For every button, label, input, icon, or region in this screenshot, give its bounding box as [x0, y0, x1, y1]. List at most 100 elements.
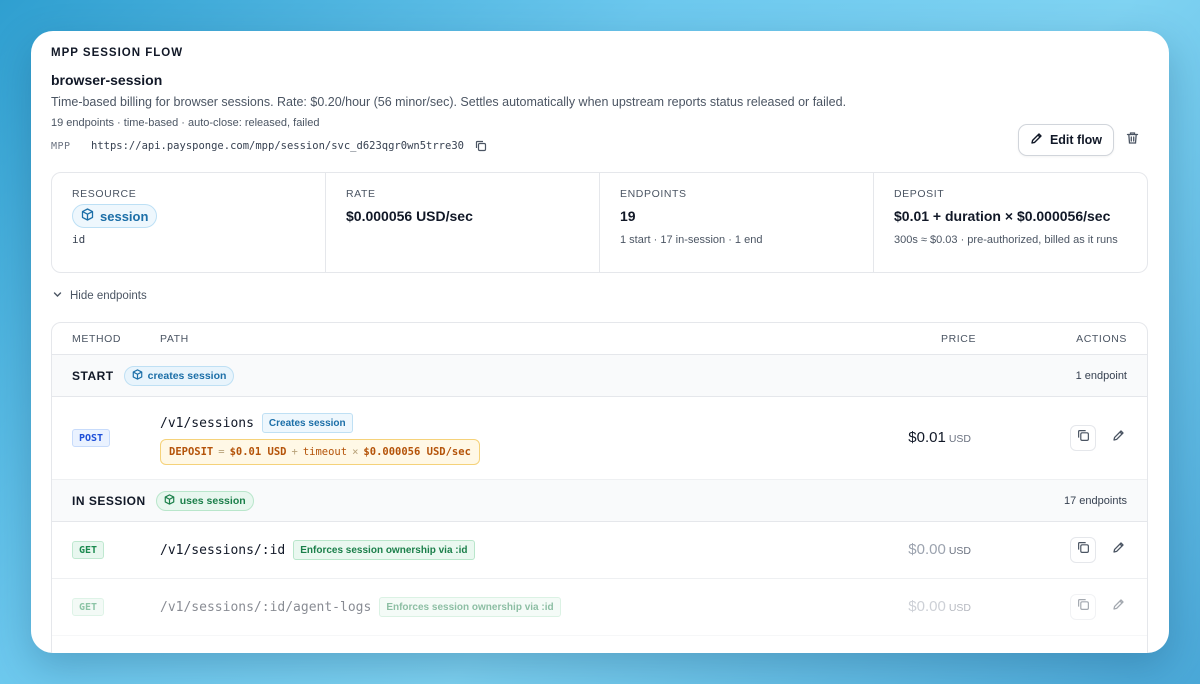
deposit-formula: DEPOSIT = $0.01 USD + timeout × $0.00005…	[160, 439, 480, 465]
endpoint-tag: Enforces session ownership via :id	[293, 540, 475, 560]
copy-icon	[1077, 541, 1090, 559]
table-row[interactable]	[52, 636, 1147, 653]
cube-icon	[164, 493, 175, 508]
group-badge: uses session	[155, 490, 254, 511]
hide-endpoints-label: Hide endpoints	[70, 290, 147, 302]
col-method: METHOD	[72, 333, 122, 345]
group-name: IN SESSION	[72, 493, 146, 508]
group-count: 17 endpoints	[1064, 494, 1127, 507]
endpoint-path-text: /v1/sessions/:id	[160, 542, 286, 558]
formula-eq: =	[218, 446, 225, 458]
price-currency: USD	[948, 545, 971, 557]
duplicate-button[interactable]	[1070, 594, 1096, 620]
stat-resource-key: RESOURCE	[72, 188, 137, 200]
copy-icon[interactable]	[474, 139, 488, 153]
edit-endpoint-button[interactable]	[1110, 542, 1126, 558]
flow-meta: 19 endpoints · time-based · auto-close: …	[51, 117, 320, 129]
formula-times: ×	[352, 446, 359, 458]
flow-name: browser-session	[51, 72, 163, 88]
stat-endpoints-sub: 1 start · 17 in-session · 1 end	[620, 234, 763, 246]
pencil-icon	[1112, 429, 1125, 447]
stat-deposit: DEPOSIT $0.01 + duration × $0.000056/sec…	[874, 173, 1147, 272]
endpoint-path: /v1/sessions/:id Enforces session owners…	[160, 540, 475, 560]
stat-deposit-value: $0.01 + duration × $0.000056/sec	[894, 208, 1111, 224]
price-currency: USD	[948, 433, 971, 445]
group-badge: creates session	[123, 365, 235, 386]
hide-endpoints-toggle[interactable]: Hide endpoints	[53, 290, 147, 302]
group-badge-label: creates session	[147, 369, 227, 382]
url-label: MPP	[51, 140, 71, 152]
stat-endpoints: ENDPOINTS 19 1 start · 17 in-session · 1…	[600, 173, 874, 272]
table-row[interactable]: GET /v1/sessions/:id/agent-logs Enforces…	[52, 579, 1147, 636]
cube-icon	[132, 368, 143, 383]
edit-endpoint-button[interactable]	[1110, 430, 1126, 446]
group-name: START	[72, 368, 114, 383]
edit-endpoint-button[interactable]	[1110, 599, 1126, 615]
edit-flow-button[interactable]: Edit flow	[1018, 124, 1114, 156]
endpoint-price: $0.01 USD	[908, 429, 971, 446]
table-row[interactable]: POST /v1/sessions Creates session DEPOSI…	[52, 397, 1147, 480]
endpoint-price: $0.00 USD	[908, 598, 971, 615]
formula-label: DEPOSIT	[169, 446, 214, 458]
group-in-session: IN SESSION uses session 17 endpoints	[52, 480, 1147, 522]
endpoint-path: /v1/sessions Creates session	[160, 413, 353, 433]
col-price: PRICE	[941, 333, 977, 345]
stat-endpoints-value: 19	[620, 208, 636, 224]
group-start: START creates session 1 endpoint	[52, 355, 1147, 397]
table-header: METHOD PATH PRICE ACTIONS	[52, 323, 1147, 355]
stat-rate-key: RATE	[346, 188, 376, 200]
group-count: 1 endpoint	[1075, 369, 1127, 382]
endpoint-tag: Enforces session ownership via :id	[379, 597, 561, 617]
trash-icon	[1126, 131, 1139, 150]
method-badge: GET	[72, 598, 105, 616]
method-badge: GET	[72, 541, 105, 559]
stat-endpoints-key: ENDPOINTS	[620, 188, 687, 200]
endpoint-path-text: /v1/sessions/:id/agent-logs	[160, 599, 372, 615]
resource-pill-label: session	[100, 208, 149, 224]
delete-flow-button[interactable]	[1123, 131, 1141, 149]
col-path: PATH	[160, 333, 189, 345]
col-actions: ACTIONS	[1076, 333, 1127, 345]
endpoint-path: /v1/sessions/:id/agent-logs Enforces ses…	[160, 597, 561, 617]
stat-rate-value: $0.000056 USD/sec	[346, 208, 473, 224]
cube-icon	[81, 208, 94, 224]
price-value: $0.01	[908, 429, 946, 446]
group-badge-label: uses session	[179, 494, 246, 507]
stat-rate: RATE $0.000056 USD/sec	[326, 173, 600, 272]
endpoint-price: $0.00 USD	[908, 541, 971, 558]
method-badge: POST	[72, 429, 111, 447]
copy-icon	[1077, 429, 1090, 447]
resource-id: id	[72, 233, 86, 246]
price-value: $0.00	[908, 541, 946, 558]
endpoint-url-row: MPP https://api.paysponge.com/mpp/sessio…	[51, 139, 488, 153]
row-actions	[1070, 537, 1126, 563]
formula-term: timeout	[302, 446, 348, 458]
duplicate-button[interactable]	[1070, 425, 1096, 451]
chevron-down-icon	[53, 290, 62, 302]
endpoint-tag: Creates session	[261, 413, 353, 433]
endpoint-path-text: /v1/sessions	[160, 415, 254, 431]
stat-deposit-sub: 300s ≈ $0.03 · pre-authorized, billed as…	[894, 234, 1118, 246]
duplicate-button[interactable]	[1070, 537, 1096, 563]
price-value: $0.00	[908, 598, 946, 615]
copy-icon	[1077, 598, 1090, 616]
flow-description: Time-based billing for browser sessions.…	[51, 95, 847, 109]
pencil-icon	[1112, 598, 1125, 616]
table-row[interactable]: GET /v1/sessions/:id Enforces session ow…	[52, 522, 1147, 579]
section-eyebrow: MPP SESSION FLOW	[51, 47, 184, 59]
pencil-icon	[1112, 541, 1125, 559]
session-flow-card: MPP SESSION FLOW browser-session Time-ba…	[31, 31, 1169, 653]
flow-stats: RESOURCE session id RATE $0.000056 USD/s…	[51, 172, 1148, 273]
formula-plus: +	[291, 446, 298, 458]
row-actions	[1070, 594, 1126, 620]
pencil-icon	[1030, 132, 1043, 148]
resource-pill[interactable]: session	[72, 204, 158, 228]
endpoints-table: METHOD PATH PRICE ACTIONS START creates …	[51, 322, 1148, 653]
price-currency: USD	[948, 602, 971, 614]
formula-base: $0.01 USD	[229, 446, 287, 458]
formula-rate: $0.000056 USD/sec	[363, 446, 471, 458]
edit-flow-label: Edit flow	[1049, 133, 1103, 147]
stat-deposit-key: DEPOSIT	[894, 188, 945, 200]
row-actions	[1070, 425, 1126, 451]
stat-resource: RESOURCE session id	[52, 173, 326, 272]
